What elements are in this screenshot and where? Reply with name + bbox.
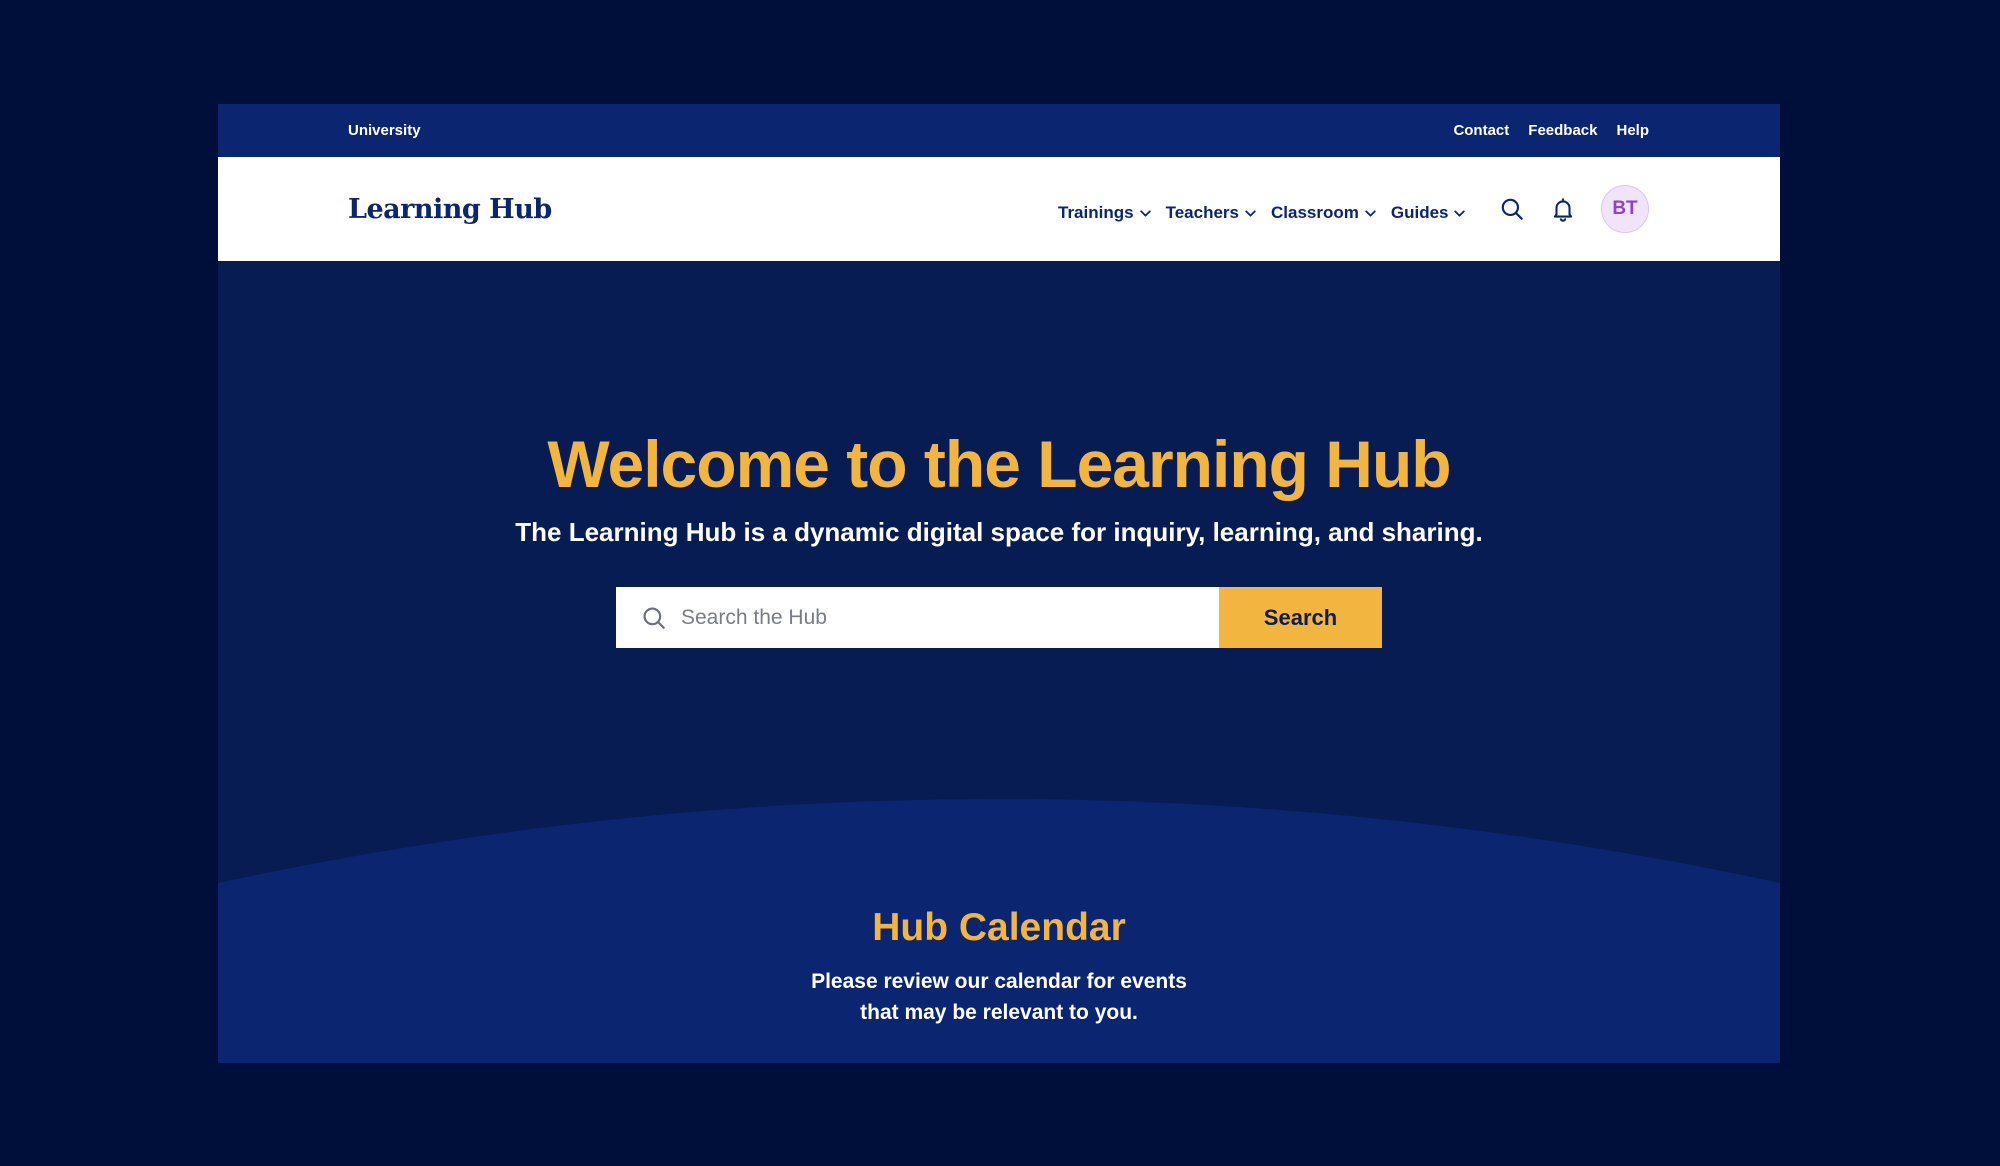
search-field <box>616 587 1219 648</box>
site-header: Learning Hub Trainings Teachers Classroo… <box>218 157 1780 261</box>
page-frame: University Contact Feedback Help Learnin… <box>218 104 1780 1063</box>
utility-bar: University Contact Feedback Help <box>218 104 1780 157</box>
nav-item-classroom[interactable]: Classroom <box>1271 203 1377 223</box>
feedback-link[interactable]: Feedback <box>1528 122 1597 139</box>
help-link[interactable]: Help <box>1616 122 1649 139</box>
hero-title: Welcome to the Learning Hub <box>547 427 1451 501</box>
hub-search: Search <box>616 587 1382 648</box>
main-nav: Trainings Teachers Classroom Guides <box>1058 157 1466 261</box>
nav-item-label: Trainings <box>1058 203 1134 222</box>
university-link[interactable]: University <box>348 104 421 157</box>
nav-item-guides[interactable]: Guides <box>1391 203 1467 223</box>
nav-item-trainings[interactable]: Trainings <box>1058 203 1152 223</box>
search-button[interactable]: Search <box>1219 587 1382 648</box>
utility-links: Contact Feedback Help <box>1453 104 1649 157</box>
nav-item-teachers[interactable]: Teachers <box>1166 203 1257 223</box>
calendar-description: Please review our calendar for events th… <box>218 966 1780 1028</box>
nav-item-label: Teachers <box>1165 203 1239 222</box>
notifications-button[interactable] <box>1549 195 1577 223</box>
search-icon <box>1501 198 1523 220</box>
nav-item-label: Guides <box>1390 203 1449 222</box>
bell-icon <box>1553 198 1573 222</box>
chevron-down-icon <box>1454 209 1466 217</box>
hero-subtitle: The Learning Hub is a dynamic digital sp… <box>515 517 1483 547</box>
chevron-down-icon <box>1139 209 1151 217</box>
nav-item-label: Classroom <box>1270 203 1359 222</box>
search-icon <box>643 607 665 629</box>
avatar[interactable]: BT <box>1601 185 1649 233</box>
calendar-title: Hub Calendar <box>872 906 1126 949</box>
chevron-down-icon <box>1245 209 1256 217</box>
chevron-down-icon <box>1365 209 1376 217</box>
contact-link[interactable]: Contact <box>1453 122 1509 139</box>
header-search-button[interactable] <box>1498 195 1526 223</box>
calendar-text-line: Please review our calendar for events <box>811 970 1187 993</box>
calendar-text-line: that may be relevant to you. <box>860 1001 1138 1024</box>
site-logo[interactable]: Learning Hub <box>348 157 552 261</box>
search-input[interactable] <box>679 596 1203 639</box>
